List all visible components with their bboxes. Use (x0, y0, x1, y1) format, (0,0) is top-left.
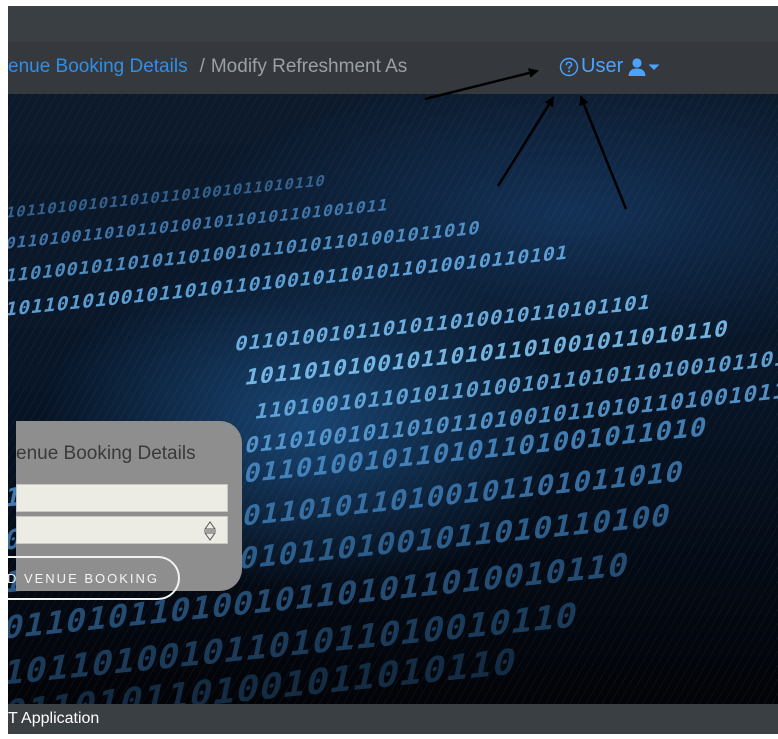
user-menu[interactable]: User (559, 55, 661, 78)
user-label[interactable]: User (581, 55, 623, 78)
venue-booking-number-field[interactable] (16, 516, 228, 544)
caret-down-icon[interactable] (647, 62, 661, 72)
navbar: enue Booking Details / Modify Refreshment … (8, 42, 778, 94)
venue-booking-text-field[interactable] (16, 484, 228, 512)
footer: T Application (8, 704, 778, 734)
browser-top-bar (8, 6, 778, 42)
footer-app-name: T Application (8, 710, 100, 727)
breadcrumb-separator: / (199, 56, 205, 77)
breadcrumb-current-page: Modify Refreshment As (210, 56, 408, 77)
breadcrumb: enue Booking Details / Modify Refreshment … (8, 56, 407, 78)
venue-booking-card: enue Booking Details D VENUE BOOKING (8, 421, 242, 600)
spinner-arrows-icon[interactable] (203, 520, 217, 542)
app-window: enue Booking Details / Modify Refreshment … (0, 0, 778, 739)
breadcrumb-link-venue-booking-details[interactable]: enue Booking Details (8, 56, 188, 77)
card-title: enue Booking Details (16, 443, 196, 464)
add-venue-booking-button[interactable]: D VENUE BOOKING (8, 556, 180, 600)
question-circle-icon[interactable] (559, 57, 579, 77)
hero-background-binary-image: 1011010010110101101001011010110 011010011… (8, 94, 778, 704)
user-icon[interactable] (627, 57, 647, 77)
